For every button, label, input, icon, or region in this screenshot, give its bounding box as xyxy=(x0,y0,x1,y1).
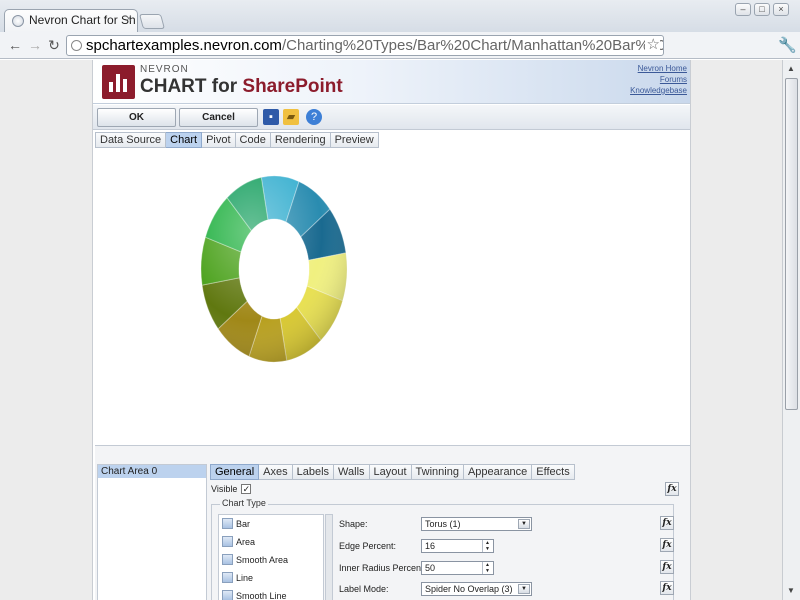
nevron-logo-icon xyxy=(102,65,135,99)
minimize-button[interactable]: – xyxy=(735,3,751,16)
bar-chart-icon xyxy=(222,518,233,529)
inner-radius-label: Inner Radius Percent: xyxy=(339,563,427,573)
tab-title: Nevron Chart for Sh xyxy=(29,13,136,27)
chart-type-label: Area xyxy=(236,537,256,547)
visible-row: Visible ✓ xyxy=(211,484,252,494)
torus-hole xyxy=(239,219,309,319)
tab-preview[interactable]: Preview xyxy=(330,132,379,148)
page-scrollbar[interactable]: ▲ ▼ xyxy=(782,60,800,600)
tab-close-icon[interactable]: × xyxy=(126,13,132,25)
chart-preview xyxy=(93,149,690,444)
cancel-button[interactable]: Cancel xyxy=(179,108,258,127)
page-favicon-icon xyxy=(12,15,24,27)
new-tab-button[interactable] xyxy=(138,14,166,29)
visible-label: Visible xyxy=(211,484,238,494)
chart-type-label: Bar xyxy=(236,519,251,529)
chevron-down-icon: ▼ xyxy=(518,519,530,529)
tab-data-source[interactable]: Data Source xyxy=(95,132,167,148)
smooth-area-chart-icon xyxy=(222,554,233,565)
torus-chart xyxy=(200,175,348,363)
address-bar[interactable]: spchartexamples.nevron.com/Charting%20Ty… xyxy=(66,35,664,56)
help-icon[interactable]: ? xyxy=(306,109,322,125)
main-tab-strip: Data Source Chart Pivot Code Rendering Previe… xyxy=(95,132,379,148)
scrollbar-thumb[interactable] xyxy=(785,78,798,410)
sharepoint-page: NEVRON CHART for SharePoint Nevron Home … xyxy=(92,60,691,600)
chevron-down-icon: ▼ xyxy=(518,584,530,594)
action-bar: OK Cancel ▪ ▰ ? xyxy=(93,105,690,130)
inner-radius-stepper[interactable]: 50 ▲ ▼ xyxy=(421,561,494,575)
chart-type-list: Bar Area Smooth Area Line Smooth Line xyxy=(218,514,324,600)
link-forums[interactable]: Forums xyxy=(630,74,687,85)
label-mode-value: Spider No Overlap (3) xyxy=(425,584,513,594)
fx-expression-icon[interactable]: fx xyxy=(660,581,674,595)
edge-percent-stepper[interactable]: 16 ▲ ▼ xyxy=(421,539,494,553)
list-item[interactable]: Area xyxy=(219,533,323,551)
general-properties: Visible ✓ fx Chart Type Bar Area Smooth Ar… xyxy=(209,464,689,600)
url-host: spchartexamples.nevron.com xyxy=(86,37,282,54)
fx-expression-icon[interactable]: fx xyxy=(660,538,674,552)
shape-value: Torus (1) xyxy=(425,519,461,529)
chart-type-label: Smooth Line xyxy=(236,591,287,600)
list-item[interactable]: Smooth Area xyxy=(219,551,323,569)
inner-radius-value: 50 xyxy=(425,563,436,573)
page-viewport: NEVRON CHART for SharePoint Nevron Home … xyxy=(0,60,782,600)
chart-editor-panel: Chart Area 0 General Axes Labels Walls Layou… xyxy=(95,445,690,600)
list-item[interactable]: Line xyxy=(219,569,323,587)
chart-type-label: Line xyxy=(236,573,254,583)
brand-main: CHART for xyxy=(140,76,243,97)
forward-arrow-icon[interactable]: → xyxy=(27,36,43,54)
edge-percent-value: 16 xyxy=(425,541,436,551)
label-mode-select[interactable]: Spider No Overlap (3) ▼ xyxy=(421,582,532,596)
shape-label: Shape: xyxy=(339,519,368,529)
smooth-line-chart-icon xyxy=(222,590,233,600)
browser-titlebar: Nevron Chart for Sh × – □ × xyxy=(0,0,800,32)
browser-toolbar: ← → ↻ spchartexamples.nevron.com/Chartin… xyxy=(0,32,800,59)
tab-rendering[interactable]: Rendering xyxy=(270,132,331,148)
brand-title: CHART for SharePoint xyxy=(140,76,343,98)
browser-tab[interactable]: Nevron Chart for Sh × xyxy=(4,9,138,32)
fx-expression-icon[interactable]: fx xyxy=(660,516,674,530)
tab-pivot[interactable]: Pivot xyxy=(202,132,236,148)
list-item[interactable]: Smooth Line xyxy=(219,587,323,600)
tab-chart[interactable]: Chart xyxy=(166,132,203,148)
link-knowledgebase[interactable]: Knowledgebase xyxy=(630,85,687,96)
bookmark-star-icon[interactable]: ☆ xyxy=(644,36,660,54)
list-item[interactable]: Bar xyxy=(219,515,323,533)
stepper-arrows-icon[interactable]: ▲ ▼ xyxy=(482,540,492,552)
list-item[interactable]: Chart Area 0 xyxy=(98,465,206,478)
back-arrow-icon[interactable]: ← xyxy=(7,36,23,54)
chart-area-list: Chart Area 0 xyxy=(97,464,207,600)
tab-code[interactable]: Code xyxy=(235,132,271,148)
chart-type-label: Smooth Area xyxy=(236,555,289,565)
brand-product: SharePoint xyxy=(242,76,343,97)
header-links: Nevron Home Forums Knowledgebase xyxy=(630,63,687,96)
reload-icon[interactable]: ↻ xyxy=(46,36,62,54)
close-window-button[interactable]: × xyxy=(773,3,789,16)
shape-select[interactable]: Torus (1) ▼ xyxy=(421,517,532,531)
link-nevron-home[interactable]: Nevron Home xyxy=(630,63,687,74)
maximize-button[interactable]: □ xyxy=(754,3,770,16)
scroll-down-icon[interactable]: ▼ xyxy=(787,586,795,595)
page-globe-icon xyxy=(71,40,82,51)
open-folder-icon[interactable]: ▰ xyxy=(283,109,299,125)
edge-percent-label: Edge Percent: xyxy=(339,541,397,551)
scroll-up-icon[interactable]: ▲ xyxy=(787,64,795,73)
wrench-menu-icon[interactable]: 🔧 xyxy=(778,36,797,54)
label-mode-label: Label Mode: xyxy=(339,584,389,594)
brand-small: NEVRON xyxy=(140,64,189,75)
chart-type-scrollbar[interactable] xyxy=(325,514,333,600)
save-icon[interactable]: ▪ xyxy=(263,109,279,125)
chart-type-legend: Chart Type xyxy=(220,498,268,508)
ok-button[interactable]: OK xyxy=(97,108,176,127)
fx-expression-icon[interactable]: fx xyxy=(660,560,674,574)
stepper-arrows-icon[interactable]: ▲ ▼ xyxy=(482,562,492,574)
line-chart-icon xyxy=(222,572,233,583)
chart-type-group: Chart Type Bar Area Smooth Area Line Smooth … xyxy=(211,498,674,600)
fx-expression-icon[interactable]: fx xyxy=(665,482,679,496)
visible-checkbox[interactable]: ✓ xyxy=(241,484,252,494)
area-chart-icon xyxy=(222,536,233,547)
header-banner: NEVRON CHART for SharePoint Nevron Home … xyxy=(93,60,690,104)
url-path: /Charting%20Types/Bar%20Chart/Manhattan%… xyxy=(281,37,664,54)
